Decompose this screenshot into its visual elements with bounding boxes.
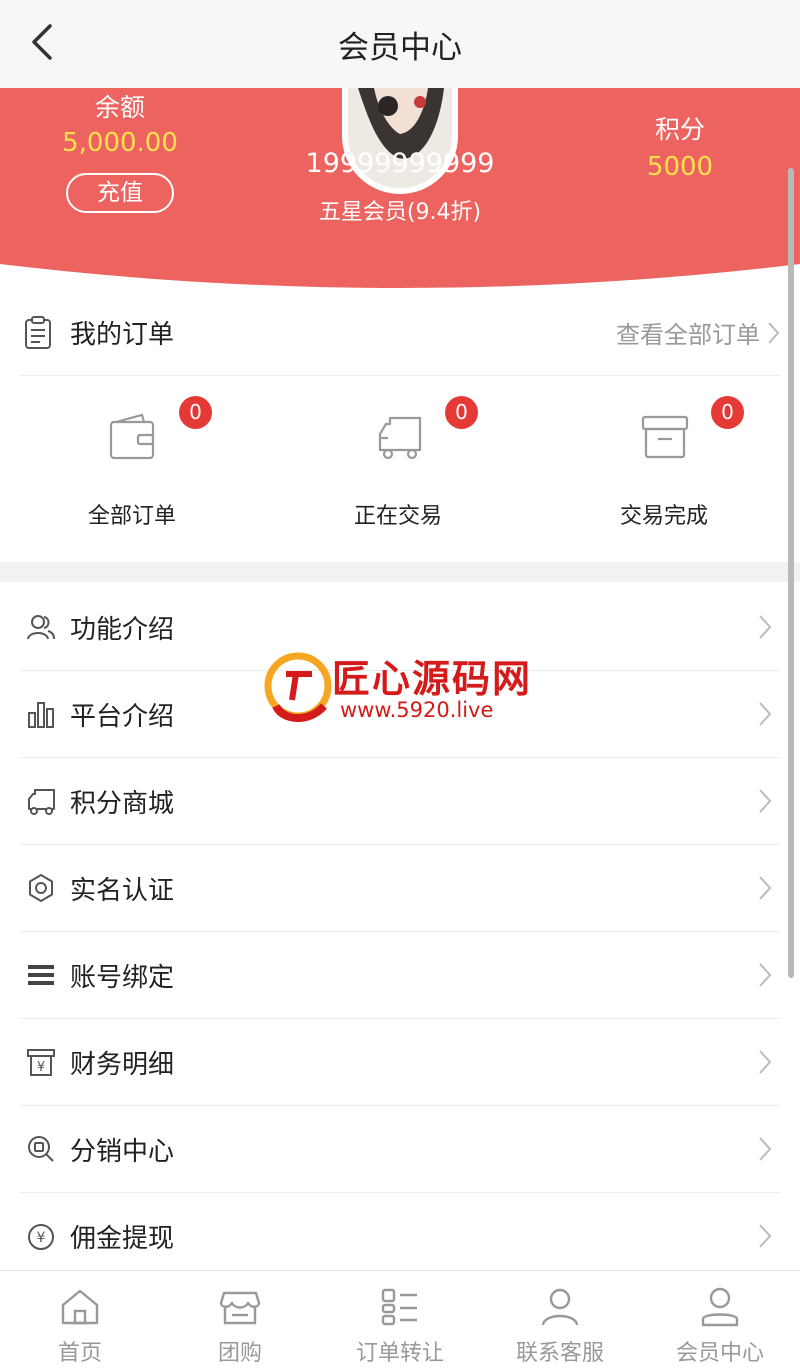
home-icon (61, 1289, 99, 1325)
store-icon (219, 1291, 261, 1325)
tab-label: 团购 (217, 1341, 262, 1366)
recharge-button[interactable]: 充值 (66, 173, 174, 213)
chevron-right-icon (759, 1224, 772, 1248)
users-icon (24, 610, 58, 644)
tab-label: 首页 (57, 1341, 102, 1366)
menu-item-label: 佣金提现 (70, 1224, 175, 1254)
menu-item-commission-withdraw[interactable]: ¥ 佣金提现 (20, 1193, 780, 1280)
menu-item-feature-intro[interactable]: 功能介绍 (20, 584, 780, 671)
menu-item-points-mall[interactable]: 积分商城 (20, 758, 780, 845)
menu-item-label: 实名认证 (70, 875, 175, 906)
archive-box-icon (641, 415, 689, 459)
menu-item-label: 财务明细 (70, 1049, 175, 1080)
yen-receipt-icon: ¥ (24, 1045, 58, 1079)
menu-item-label: 平台介绍 (70, 701, 175, 732)
scrollbar[interactable] (788, 168, 794, 978)
balance-label: 余额 (94, 93, 145, 122)
order-status-row: 0 全部订单 0 正在交易 0 交易完成 (0, 376, 800, 562)
truck-icon (378, 416, 422, 460)
tab-member-center[interactable]: 会员中心 (640, 1271, 800, 1370)
chevron-right-icon (759, 789, 772, 813)
clipboard-icon (25, 315, 51, 349)
balance-value: 5,000.00 (62, 128, 178, 158)
svg-text:¥: ¥ (37, 1230, 46, 1246)
member-level: 五星会员(9.4折) (318, 200, 482, 225)
my-orders-title: 我的订单 (70, 320, 175, 350)
menu-list: 功能介绍 平台介绍 积分商城 实名认证 账号绑定 ¥ 财务明细 分销中心 ¥ 佣… (20, 584, 780, 1280)
tab-label: 联系客服 (515, 1341, 604, 1366)
order-status-trading[interactable]: 0 正在交易 (298, 376, 498, 562)
menu-item-label: 积分商城 (70, 788, 175, 819)
list-icon (24, 958, 58, 992)
chevron-right-icon (759, 702, 772, 726)
chevron-right-icon (759, 1137, 772, 1161)
menu-item-platform-intro[interactable]: 平台介绍 (20, 671, 780, 758)
menu-item-label: 分销中心 (70, 1136, 175, 1167)
view-all-orders-link[interactable]: 查看全部订单 (616, 315, 780, 350)
menu-item-label: 功能介绍 (70, 614, 175, 645)
tab-customer-service[interactable]: 联系客服 (480, 1271, 640, 1370)
view-all-orders-label: 查看全部订单 (616, 321, 760, 349)
profile-header: 余额 5,000.00 充值 19999999999 五星会员(9.4折) 积分… (0, 88, 800, 288)
chevron-right-icon (759, 963, 772, 987)
points-value: 5000 (646, 152, 714, 182)
tab-label: 订单转让 (355, 1341, 444, 1366)
menu-item-account-binding[interactable]: 账号绑定 (20, 932, 780, 1019)
menu-item-distribution-center[interactable]: 分销中心 (20, 1106, 780, 1193)
order-status-label: 正在交易 (353, 504, 442, 529)
menu-item-finance-details[interactable]: ¥ 财务明细 (20, 1019, 780, 1106)
member-icon (701, 1287, 739, 1327)
phone-number: 19999999999 (305, 148, 495, 179)
chevron-right-icon (759, 615, 772, 639)
tab-group-buy[interactable]: 团购 (160, 1271, 320, 1370)
bar-chart-icon (24, 697, 58, 731)
order-status-completed[interactable]: 0 交易完成 (564, 376, 764, 562)
bottom-tab-bar: 首页 团购 订单转让 联系客服 会员中心 (0, 1270, 800, 1370)
truck-icon (24, 784, 58, 818)
menu-item-label: 账号绑定 (70, 962, 175, 993)
page-title: 会员中心 (338, 29, 462, 66)
order-status-label: 交易完成 (619, 504, 708, 529)
chevron-right-icon (768, 321, 780, 344)
tab-order-transfer[interactable]: 订单转让 (320, 1271, 480, 1370)
chevron-right-icon (759, 1050, 772, 1074)
points-label: 积分 (654, 115, 705, 144)
order-list-icon (381, 1288, 417, 1326)
back-button[interactable] (22, 18, 62, 66)
svg-text:¥: ¥ (37, 1060, 45, 1075)
tab-home[interactable]: 首页 (0, 1271, 160, 1370)
tab-label: 会员中心 (675, 1341, 764, 1366)
order-count-badge: 0 (445, 396, 478, 429)
my-orders-header[interactable]: 我的订单 查看全部订单 (20, 290, 780, 376)
order-count-badge: 0 (711, 396, 744, 429)
menu-item-real-name-auth[interactable]: 实名认证 (20, 845, 780, 932)
gear-icon (24, 871, 58, 905)
order-status-all[interactable]: 0 全部订单 (32, 376, 232, 562)
wallet-icon (109, 413, 155, 460)
top-nav-bar: 会员中心 (0, 0, 800, 88)
yen-circle-icon: ¥ (24, 1220, 58, 1254)
user-icon (541, 1288, 579, 1326)
search-coupon-icon (24, 1132, 58, 1166)
order-status-label: 全部订单 (87, 504, 176, 529)
order-count-badge: 0 (179, 396, 212, 429)
section-divider (0, 562, 800, 582)
chevron-left-icon (32, 24, 52, 60)
chevron-right-icon (759, 876, 772, 900)
